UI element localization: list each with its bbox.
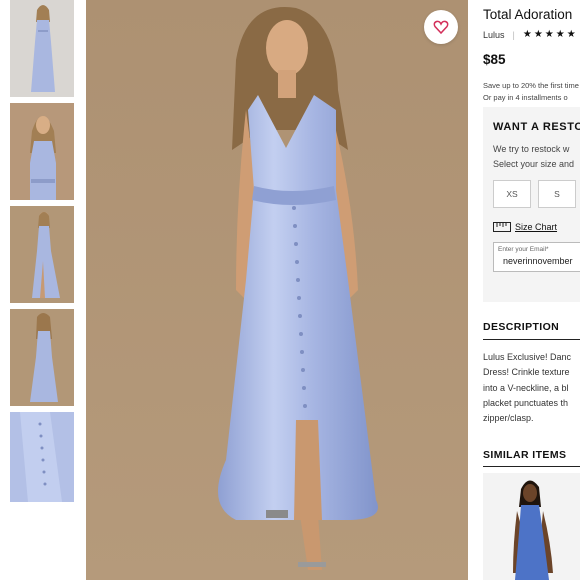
rating-stars[interactable]: ★★★★★	[523, 29, 578, 40]
thumbnail-4[interactable]	[10, 309, 74, 406]
description-line: into a V-neckline, a bl	[483, 382, 569, 393]
description-line: Dress! Crinkle texture	[483, 367, 570, 378]
description-text: Lulus Exclusive! Danc Dress! Crinkle tex…	[483, 350, 571, 426]
thumbnail-1[interactable]	[10, 0, 74, 97]
promo-line: Save up to 20% the first time	[483, 81, 579, 90]
size-option-xs[interactable]: XS	[493, 180, 531, 208]
description-heading: DESCRIPTION	[483, 321, 560, 333]
restock-panel: WANT A RESTO We try to restock w Select …	[483, 107, 580, 302]
divider	[483, 339, 580, 340]
restock-heading: WANT A RESTO	[493, 121, 580, 133]
product-info-panel: Total Adoration Lulus | ★★★★★ $85 Save u…	[483, 0, 580, 580]
product-title: Total Adoration	[483, 7, 573, 22]
restock-text-line: Select your size and	[493, 159, 575, 169]
brand-link[interactable]: Lulus	[483, 30, 505, 40]
email-placeholder: Enter your Email*	[498, 246, 549, 253]
product-price: $85	[483, 52, 506, 67]
divider: |	[512, 29, 515, 40]
installments-line: Or pay in 4 installments o	[483, 92, 568, 102]
email-field[interactable]: Enter your Email* neverinnovember	[493, 242, 580, 272]
ruler-icon	[493, 222, 511, 232]
description-line: Lulus Exclusive! Danc	[483, 352, 572, 362]
thumbnail-3[interactable]	[10, 206, 74, 303]
brand-rating-row: Lulus | ★★★★★	[483, 29, 578, 40]
divider	[483, 466, 580, 467]
promo-text: Save up to 20% the first time Or pay in …	[483, 80, 579, 103]
thumbnail-2[interactable]	[10, 103, 74, 200]
thumbnail-5[interactable]	[10, 412, 74, 502]
email-value: neverinnovember	[503, 256, 573, 266]
heart-icon	[433, 20, 449, 35]
similar-item-card[interactable]	[483, 473, 580, 580]
size-option-s[interactable]: S	[538, 180, 576, 208]
description-line: placket punctuates th	[483, 397, 569, 408]
size-chart-label: Size Chart	[515, 222, 558, 232]
main-product-image[interactable]	[86, 0, 468, 580]
size-chart-link[interactable]: Size Chart	[493, 222, 557, 232]
description-line: zipper/clasp.	[483, 413, 534, 424]
similar-items-heading: SIMILAR ITEMS	[483, 449, 567, 461]
wishlist-button[interactable]	[424, 10, 458, 44]
restock-text-line: We try to restock w	[493, 144, 570, 154]
restock-text: We try to restock w Select your size and	[493, 142, 574, 172]
